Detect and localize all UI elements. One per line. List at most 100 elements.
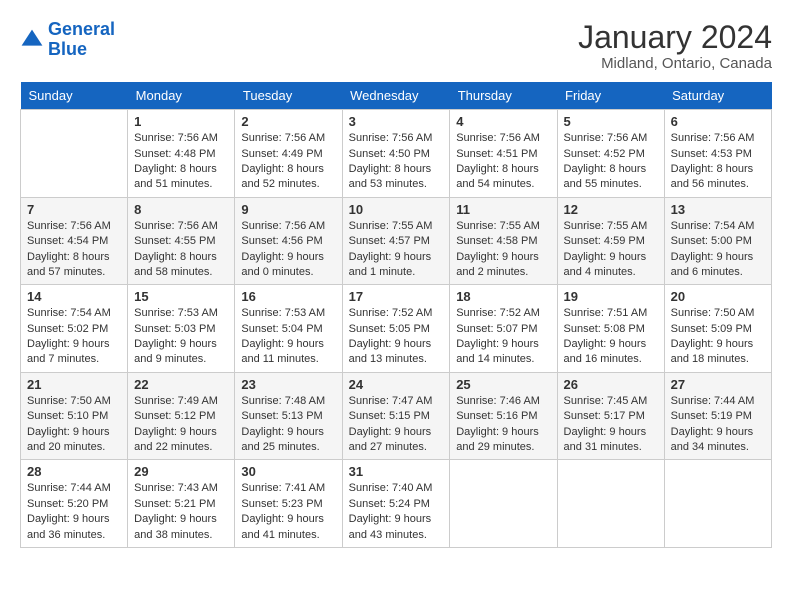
table-row: 22Sunrise: 7:49 AM Sunset: 5:12 PM Dayli… (128, 372, 235, 460)
day-info: Sunrise: 7:55 AM Sunset: 4:57 PM Dayligh… (349, 219, 444, 281)
table-row: 29 Sunrise: 7:43 AM Sunset: 5:21 PM Dayli… (128, 460, 235, 548)
day-number: 26 (564, 377, 658, 392)
table-row: 8 Sunrise: 7:56 AM Sunset: 4:55 PM Daylig… (128, 197, 235, 285)
logo-icon (20, 28, 44, 52)
day-info: Sunrise: 7:54 AM Sunset: 5:00 PM Dayligh… (671, 219, 765, 281)
day-number: 18 (456, 289, 550, 304)
table-row: 30 Sunrise: 7:41 AM Sunset: 5:23 PM Dayli… (235, 460, 342, 548)
table-row: 25 Sunrise: 7:46 AM Sunset: 5:16 PM Dayli… (450, 372, 557, 460)
day-info: Sunrise: 7:47 AM Sunset: 5:15 PM Dayligh… (349, 394, 444, 456)
day-number: 24 (349, 377, 444, 392)
day-number: 27 (671, 377, 765, 392)
calendar-week-row: 21Sunrise: 7:50 AM Sunset: 5:10 PM Dayli… (21, 372, 772, 460)
table-row: 12 Sunrise: 7:55 AM Sunset: 4:59 PM Dayli… (557, 197, 664, 285)
day-number: 9 (241, 202, 335, 217)
day-info: Sunrise: 7:49 AM Sunset: 5:12 PM Dayligh… (134, 394, 228, 456)
table-row: 20 Sunrise: 7:50 AM Sunset: 5:09 PM Dayli… (664, 285, 771, 373)
day-number: 25 (456, 377, 550, 392)
day-info: Sunrise: 7:55 AM Sunset: 4:59 PM Dayligh… (564, 219, 658, 281)
day-number: 12 (564, 202, 658, 217)
table-row: 10Sunrise: 7:55 AM Sunset: 4:57 PM Dayli… (342, 197, 450, 285)
table-row: 16Sunrise: 7:53 AM Sunset: 5:04 PM Dayli… (235, 285, 342, 373)
day-number: 3 (349, 114, 444, 129)
day-info: Sunrise: 7:53 AM Sunset: 5:03 PM Dayligh… (134, 306, 228, 368)
col-friday: Friday (557, 82, 664, 110)
table-row (557, 460, 664, 548)
day-info: Sunrise: 7:56 AM Sunset: 4:50 PM Dayligh… (349, 131, 444, 193)
day-number: 31 (349, 464, 444, 479)
day-info: Sunrise: 7:51 AM Sunset: 5:08 PM Dayligh… (564, 306, 658, 368)
table-row: 24 Sunrise: 7:47 AM Sunset: 5:15 PM Dayli… (342, 372, 450, 460)
table-row: 19 Sunrise: 7:51 AM Sunset: 5:08 PM Dayli… (557, 285, 664, 373)
day-number: 6 (671, 114, 765, 129)
header: General Blue January 2024 Midland, Ontar… (20, 20, 772, 72)
logo: General Blue (20, 20, 115, 60)
day-number: 8 (134, 202, 228, 217)
day-number: 21 (27, 377, 121, 392)
table-row: 13 Sunrise: 7:54 AM Sunset: 5:00 PM Dayli… (664, 197, 771, 285)
table-row: 9 Sunrise: 7:56 AM Sunset: 4:56 PM Daylig… (235, 197, 342, 285)
calendar-header-row: Sunday Monday Tuesday Wednesday Thursday… (21, 82, 772, 110)
page-subtitle: Midland, Ontario, Canada (578, 55, 772, 72)
day-info: Sunrise: 7:56 AM Sunset: 4:56 PM Dayligh… (241, 219, 335, 281)
calendar-week-row: 1 Sunrise: 7:56 AM Sunset: 4:48 PM Daylig… (21, 110, 772, 198)
table-row (450, 460, 557, 548)
col-monday: Monday (128, 82, 235, 110)
day-number: 13 (671, 202, 765, 217)
day-info: Sunrise: 7:50 AM Sunset: 5:09 PM Dayligh… (671, 306, 765, 368)
table-row: 1 Sunrise: 7:56 AM Sunset: 4:48 PM Daylig… (128, 110, 235, 198)
day-info: Sunrise: 7:41 AM Sunset: 5:23 PM Dayligh… (241, 481, 335, 543)
day-number: 17 (349, 289, 444, 304)
table-row: 21Sunrise: 7:50 AM Sunset: 5:10 PM Dayli… (21, 372, 128, 460)
day-info: Sunrise: 7:54 AM Sunset: 5:02 PM Dayligh… (27, 306, 121, 368)
day-info: Sunrise: 7:53 AM Sunset: 5:04 PM Dayligh… (241, 306, 335, 368)
table-row (21, 110, 128, 198)
page-title: January 2024 (578, 20, 772, 55)
day-number: 15 (134, 289, 228, 304)
table-row: 15 Sunrise: 7:53 AM Sunset: 5:03 PM Dayli… (128, 285, 235, 373)
col-thursday: Thursday (450, 82, 557, 110)
day-info: Sunrise: 7:56 AM Sunset: 4:55 PM Dayligh… (134, 219, 228, 281)
day-number: 11 (456, 202, 550, 217)
table-row: 6 Sunrise: 7:56 AM Sunset: 4:53 PM Daylig… (664, 110, 771, 198)
table-row: 4 Sunrise: 7:56 AM Sunset: 4:51 PM Daylig… (450, 110, 557, 198)
day-info: Sunrise: 7:43 AM Sunset: 5:21 PM Dayligh… (134, 481, 228, 543)
table-row: 7 Sunrise: 7:56 AM Sunset: 4:54 PM Daylig… (21, 197, 128, 285)
day-number: 1 (134, 114, 228, 129)
day-number: 4 (456, 114, 550, 129)
table-row: 26 Sunrise: 7:45 AM Sunset: 5:17 PM Dayli… (557, 372, 664, 460)
day-number: 19 (564, 289, 658, 304)
day-info: Sunrise: 7:40 AM Sunset: 5:24 PM Dayligh… (349, 481, 444, 543)
day-info: Sunrise: 7:56 AM Sunset: 4:53 PM Dayligh… (671, 131, 765, 193)
day-info: Sunrise: 7:52 AM Sunset: 5:05 PM Dayligh… (349, 306, 444, 368)
day-info: Sunrise: 7:44 AM Sunset: 5:20 PM Dayligh… (27, 481, 121, 543)
col-tuesday: Tuesday (235, 82, 342, 110)
table-row: 3 Sunrise: 7:56 AM Sunset: 4:50 PM Daylig… (342, 110, 450, 198)
day-info: Sunrise: 7:56 AM Sunset: 4:54 PM Dayligh… (27, 219, 121, 281)
table-row: 11Sunrise: 7:55 AM Sunset: 4:58 PM Dayli… (450, 197, 557, 285)
calendar-week-row: 14 Sunrise: 7:54 AM Sunset: 5:02 PM Dayli… (21, 285, 772, 373)
day-info: Sunrise: 7:56 AM Sunset: 4:49 PM Dayligh… (241, 131, 335, 193)
day-info: Sunrise: 7:56 AM Sunset: 4:51 PM Dayligh… (456, 131, 550, 193)
table-row: 23Sunrise: 7:48 AM Sunset: 5:13 PM Dayli… (235, 372, 342, 460)
day-number: 5 (564, 114, 658, 129)
calendar-week-row: 28Sunrise: 7:44 AM Sunset: 5:20 PM Dayli… (21, 460, 772, 548)
table-row: 28Sunrise: 7:44 AM Sunset: 5:20 PM Dayli… (21, 460, 128, 548)
day-info: Sunrise: 7:45 AM Sunset: 5:17 PM Dayligh… (564, 394, 658, 456)
day-number: 2 (241, 114, 335, 129)
title-block: January 2024 Midland, Ontario, Canada (578, 20, 772, 72)
day-number: 7 (27, 202, 121, 217)
calendar-table: Sunday Monday Tuesday Wednesday Thursday… (20, 82, 772, 548)
table-row: 2 Sunrise: 7:56 AM Sunset: 4:49 PM Daylig… (235, 110, 342, 198)
table-row (664, 460, 771, 548)
day-number: 14 (27, 289, 121, 304)
day-number: 30 (241, 464, 335, 479)
table-row: 14 Sunrise: 7:54 AM Sunset: 5:02 PM Dayli… (21, 285, 128, 373)
col-saturday: Saturday (664, 82, 771, 110)
day-number: 29 (134, 464, 228, 479)
day-number: 20 (671, 289, 765, 304)
day-number: 23 (241, 377, 335, 392)
table-row: 17 Sunrise: 7:52 AM Sunset: 5:05 PM Dayli… (342, 285, 450, 373)
day-info: Sunrise: 7:46 AM Sunset: 5:16 PM Dayligh… (456, 394, 550, 456)
day-info: Sunrise: 7:56 AM Sunset: 4:48 PM Dayligh… (134, 131, 228, 193)
